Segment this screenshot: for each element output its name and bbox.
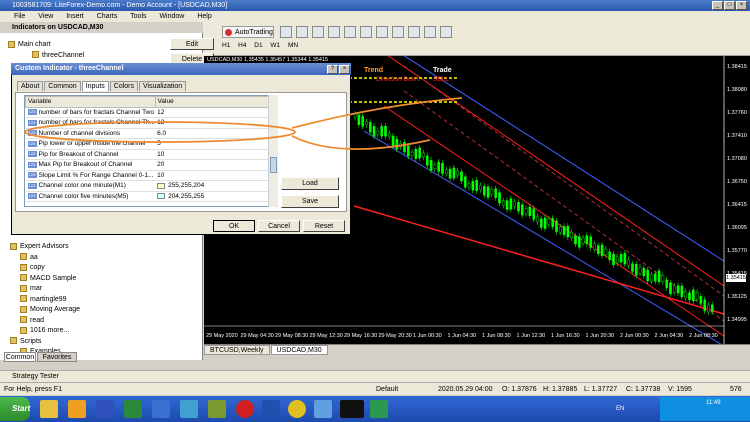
status-high: H: 1.37885 [543,386,578,393]
start-button[interactable]: Start [0,397,30,421]
strategy-tester-bar[interactable]: Strategy Tester [0,370,750,382]
status-open: O: 1.37876 [502,386,537,393]
files-icon[interactable] [68,400,86,418]
status-close: C: 1.37738 [626,386,661,393]
status-volume: V: 1595 [668,386,692,393]
metatrader-icon[interactable] [370,400,388,418]
app-icon[interactable] [314,400,332,418]
annotation-arrow [291,97,463,129]
status-profile: Default [376,386,399,393]
status-low: L: 1.37727 [584,386,618,393]
clock[interactable]: 11:49 [706,391,721,415]
opera-icon[interactable] [236,400,254,418]
app-icon[interactable] [208,400,226,418]
status-time: 2020.05.29 04:00 [438,386,493,393]
terminal-icon[interactable] [340,400,364,418]
excel-icon[interactable] [124,400,142,418]
chrome-icon[interactable] [288,400,306,418]
app-icon[interactable] [180,400,198,418]
vpn-icon[interactable] [262,400,280,418]
system-tray: EN 11:49 [616,397,750,421]
status-help: For Help, press F1 [4,386,62,393]
annotation-overlay [24,97,463,150]
strategy-tester-label: Strategy Tester [12,373,59,380]
annotation-arrow [291,135,431,150]
status-traffic: 576 [730,386,742,393]
folder-icon[interactable] [40,400,58,418]
highlight-ellipse [24,121,296,143]
status-bar: For Help, press F1 Default 2020.05.29 04… [0,382,750,395]
word-icon[interactable] [96,400,114,418]
media-icon[interactable] [152,400,170,418]
language-indicator[interactable]: EN [616,397,624,421]
